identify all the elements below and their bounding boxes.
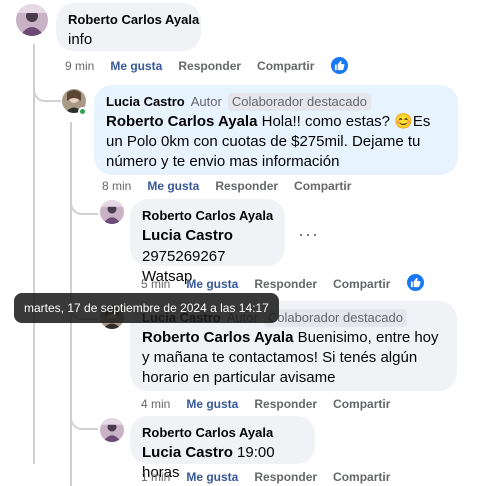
timestamp-tooltip: martes, 17 de septiembre de 2024 a las 1…	[14, 293, 279, 323]
thread-elbow	[33, 80, 61, 102]
like-button[interactable]: Me gusta	[186, 277, 238, 291]
mention-link[interactable]: Roberto Carlos Ayala	[106, 113, 257, 130]
comment-bubble: Roberto Carlos Ayala info	[56, 3, 201, 51]
comment-actions: 4 min Me gusta Responder Compartir	[141, 397, 406, 411]
comment-author[interactable]: Lucia Castro	[106, 94, 185, 110]
share-button[interactable]: Compartir	[333, 397, 390, 411]
avatar[interactable]	[100, 418, 124, 442]
share-button[interactable]: Compartir	[333, 470, 390, 484]
comment-bubble: Roberto Carlos Ayala Lucia Castro 297526…	[130, 199, 285, 285]
reply-button[interactable]: Responder	[254, 470, 317, 484]
like-icon[interactable]	[406, 273, 425, 292]
comment-time[interactable]: 9 min	[65, 59, 94, 73]
comment-time[interactable]: 5 min	[141, 277, 170, 291]
reply-thread-elbow	[70, 410, 98, 430]
comment-author[interactable]: Roberto Carlos Ayala	[68, 12, 199, 28]
like-icon[interactable]	[330, 56, 349, 75]
like-button[interactable]: Me gusta	[186, 397, 238, 411]
top-contributor-badge: Colaborador destacado	[263, 309, 407, 327]
comment-text: Roberto Carlos Ayala Hola!! como estas? …	[106, 112, 446, 172]
reply-button[interactable]: Responder	[254, 397, 317, 411]
like-button[interactable]: Me gusta	[147, 179, 199, 193]
author-badge: Autor	[190, 94, 222, 109]
reply-button[interactable]: Responder	[215, 179, 278, 193]
comment-actions: 9 min Me gusta Responder Compartir	[65, 59, 330, 73]
reply-thread-elbow	[70, 195, 98, 215]
share-button[interactable]: Compartir	[333, 277, 390, 291]
mention-link[interactable]: Roberto Carlos Ayala	[142, 329, 293, 346]
comment-actions: 5 min Me gusta Responder Compartir	[141, 277, 406, 291]
share-button[interactable]: Compartir	[257, 59, 314, 73]
comment-text: Lucia Castro	[142, 226, 273, 246]
comment-time[interactable]: 8 min	[102, 179, 131, 193]
mention-link[interactable]: Lucia Castro	[142, 444, 233, 461]
share-button[interactable]: Compartir	[294, 179, 351, 193]
top-contributor-badge: Colaborador destacado	[227, 93, 371, 111]
more-options-icon[interactable]: ···	[298, 224, 319, 245]
comment-actions: 8 min Me gusta Responder Compartir	[102, 179, 367, 193]
comment-bubble: Roberto Carlos Ayala Lucia Castro 19:00 …	[130, 416, 315, 481]
thread-line	[33, 44, 35, 464]
comment-text: Roberto Carlos Ayala Buenisimo, entre ho…	[142, 328, 445, 388]
comment-author[interactable]: Roberto Carlos Ayala	[142, 425, 273, 441]
like-button[interactable]: Me gusta	[186, 470, 238, 484]
avatar[interactable]	[100, 200, 124, 224]
mention-link[interactable]: Lucia Castro	[142, 227, 233, 244]
comment-time[interactable]: 1 min	[141, 470, 170, 484]
avatar[interactable]	[16, 4, 48, 36]
comment-bubble: Lucia Castro Autor Colaborador destacado…	[94, 85, 458, 175]
comment-actions: 1 min Me gusta Responder Compartir	[141, 470, 406, 484]
online-status-icon	[78, 107, 87, 116]
reply-button[interactable]: Responder	[178, 59, 241, 73]
comment-text: info	[68, 31, 93, 48]
like-button[interactable]: Me gusta	[110, 59, 162, 73]
comment-time[interactable]: 4 min	[141, 397, 170, 411]
comment-author[interactable]: Roberto Carlos Ayala	[142, 208, 273, 224]
reply-button[interactable]: Responder	[254, 277, 317, 291]
